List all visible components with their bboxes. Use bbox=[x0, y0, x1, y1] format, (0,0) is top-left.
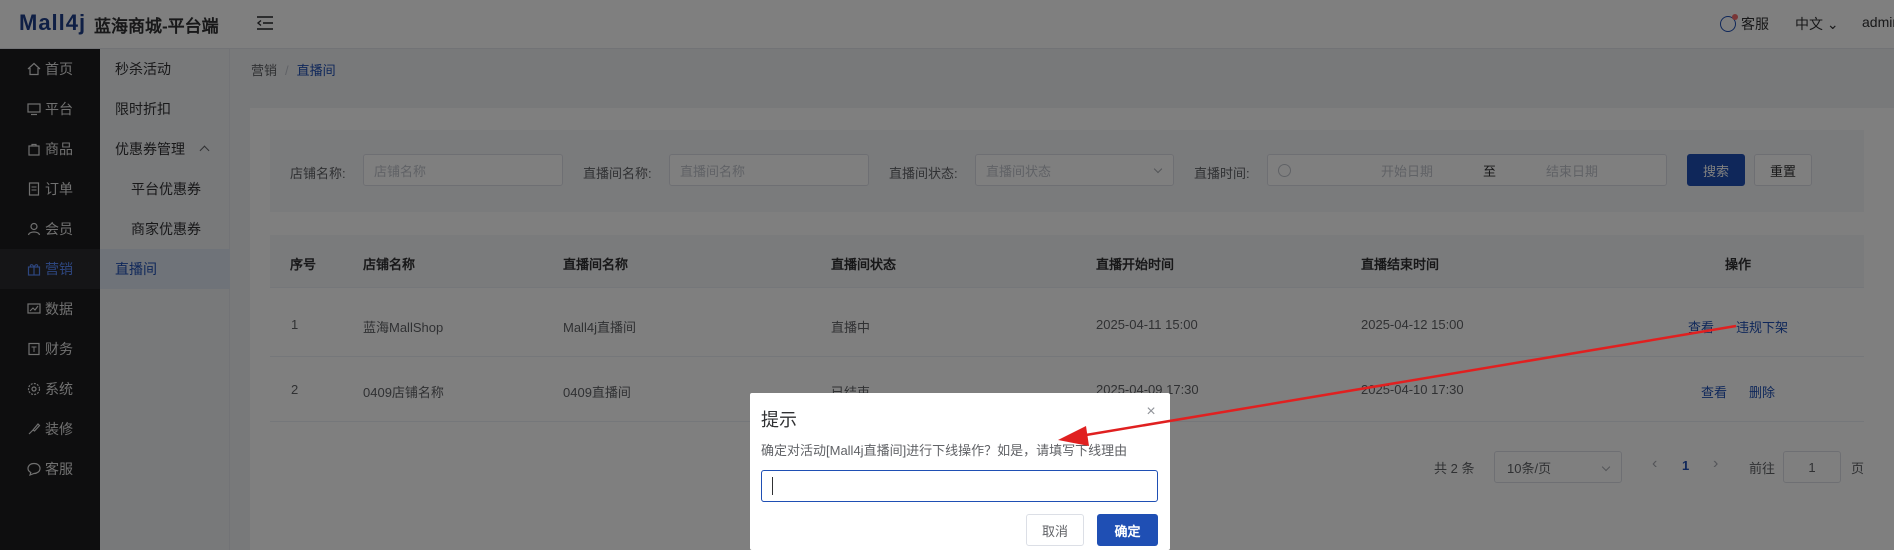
offline-reason-input[interactable] bbox=[761, 470, 1158, 502]
close-icon[interactable]: × bbox=[1144, 404, 1158, 420]
text-caret bbox=[772, 477, 773, 495]
dialog-message: 确定对活动[Mall4j直播间]进行下线操作？如是，请填写下线理由 bbox=[761, 443, 1128, 458]
cancel-button[interactable]: 取消 bbox=[1026, 514, 1084, 546]
confirm-button[interactable]: 确定 bbox=[1097, 514, 1158, 546]
dialog-title: 提示 bbox=[761, 410, 797, 430]
offline-reason-dialog: 提示 × 确定对活动[Mall4j直播间]进行下线操作？如是，请填写下线理由 取… bbox=[750, 393, 1170, 550]
